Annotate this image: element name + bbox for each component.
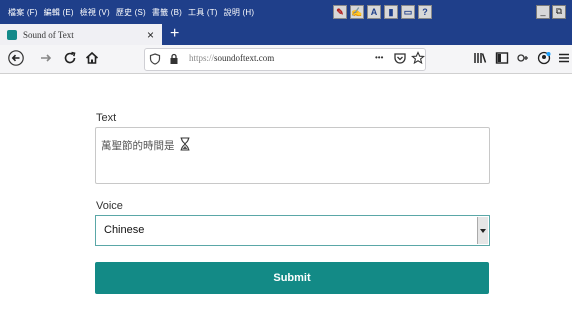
browser-tab[interactable]: Sound of Text × [0,24,162,45]
tray-input-icon[interactable]: ✍ [350,5,364,19]
menu-bookmarks[interactable]: 書籤 (B) [152,7,182,18]
nav-bar: https://soundoftext.com ••• [0,45,572,74]
voice-label: Voice [96,200,123,212]
tray-app-icon[interactable]: ✎ [333,5,347,19]
minimize-icon[interactable]: _ [536,5,550,19]
voice-select[interactable]: Chinese [95,215,490,246]
new-tab-button[interactable]: + [170,25,179,43]
extension-icon[interactable] [515,50,531,66]
menu-file[interactable]: 檔案 (F) [8,7,38,18]
lock-icon[interactable] [166,51,182,67]
shield-icon[interactable] [147,51,163,67]
menu-tools[interactable]: 工具 (T) [188,7,218,18]
sidebar-icon[interactable] [494,50,510,66]
hourglass-icon [179,137,191,154]
back-icon[interactable] [8,50,24,66]
url-text: https://soundoftext.com [189,53,274,63]
page-actions-icon[interactable]: ••• [375,53,383,62]
account-icon[interactable] [536,50,552,66]
text-input[interactable]: 萬聖節的時間是 [95,127,490,184]
menu-history[interactable]: 歷史 (S) [116,7,146,18]
tray-window-icon[interactable]: ▭ [401,5,415,19]
menu-edit[interactable]: 編輯 (E) [44,7,74,18]
bookmark-star-icon[interactable] [410,50,426,66]
voice-select-value: Chinese [104,224,145,236]
tray-font-icon[interactable]: A [367,5,381,19]
url-host: soundoftext.com [214,53,275,63]
dropdown-arrow-icon[interactable] [477,217,488,244]
url-bar[interactable]: https://soundoftext.com [144,48,426,71]
text-input-value-wrap: 萬聖節的時間是 [101,137,191,154]
restore-icon[interactable]: ⧉ [552,5,566,19]
window-controls: _ ⧉ [536,5,566,19]
url-protocol: https:// [189,53,215,63]
submit-button[interactable]: Submit [95,262,489,294]
forward-icon[interactable] [38,50,54,66]
tray-help-icon[interactable]: ? [418,5,432,19]
home-icon[interactable] [84,50,100,66]
text-input-value: 萬聖節的時間是 [101,140,175,152]
tab-strip: Sound of Text × + [0,24,572,45]
reload-icon[interactable] [62,50,78,66]
favicon-icon [7,29,17,40]
tray-bar-icon[interactable]: ▮ [384,5,398,19]
pocket-icon[interactable] [392,50,408,66]
library-icon[interactable] [472,50,488,66]
menu-icon[interactable] [556,50,572,66]
menu-view[interactable]: 檢視 (V) [80,7,110,18]
close-tab-icon[interactable]: × [147,28,154,42]
menu-help[interactable]: 說明 (H) [224,7,255,18]
tab-title: Sound of Text [23,29,74,40]
system-tray: ✎ ✍ A ▮ ▭ ? [333,4,432,20]
text-label: Text [96,112,117,124]
menu-bar: 檔案 (F) 編輯 (E) 檢視 (V) 歷史 (S) 書籤 (B) 工具 (T… [0,0,572,24]
